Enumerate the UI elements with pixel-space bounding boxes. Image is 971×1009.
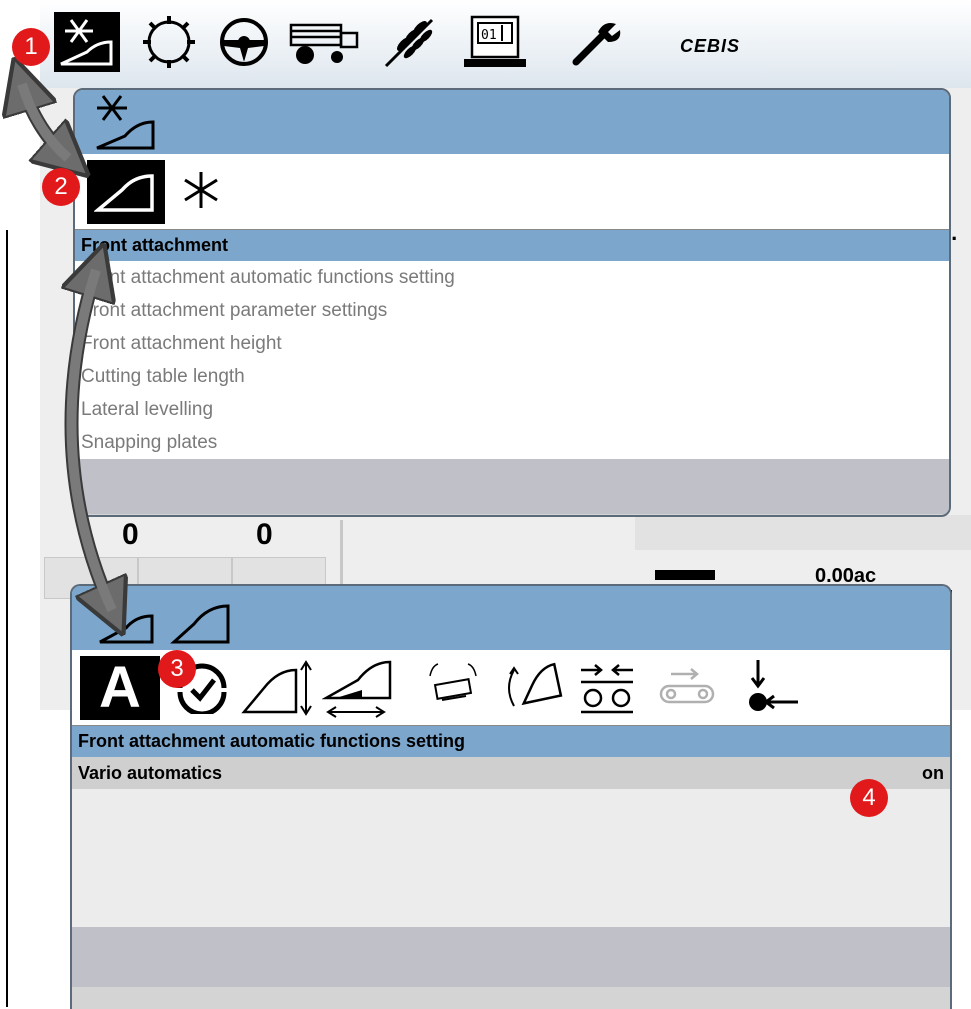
asterisk-icon[interactable] xyxy=(179,168,223,217)
popup-tab-bar xyxy=(75,154,949,230)
popup-footer xyxy=(75,459,949,514)
combine-icon[interactable] xyxy=(286,12,362,72)
step-badge-2: 2 xyxy=(42,168,80,206)
bg-values-panel xyxy=(44,515,329,555)
cebis-brand-label: CEBIS xyxy=(680,36,741,56)
front-attachment-icon[interactable] xyxy=(54,12,120,72)
menu-item-parameter-settings[interactable]: Front attachment parameter settings xyxy=(75,294,949,327)
lateral-icon[interactable] xyxy=(422,660,484,721)
grain-icon[interactable] xyxy=(378,12,438,72)
menu-item-snapping-plates[interactable]: Snapping plates xyxy=(75,426,949,459)
section-title: Front attachment xyxy=(75,230,949,261)
step-badge-4: 4 xyxy=(850,779,888,817)
vario-automatics-row[interactable]: Vario automatics on xyxy=(72,757,950,789)
popup-header xyxy=(75,90,949,154)
menu-list: Front attachment automatic functions set… xyxy=(75,261,949,459)
menu-item-lateral-levelling[interactable]: Lateral levelling xyxy=(75,393,949,426)
automatic-functions-popup: A Front attachment automatic functions s… xyxy=(70,584,952,1009)
bg-right-panel xyxy=(635,515,971,550)
menu-item-attachment-height[interactable]: Front attachment height xyxy=(75,327,949,360)
front-attachment-popup: Front attachment Front attachment automa… xyxy=(73,88,951,517)
popup-footer xyxy=(72,927,950,987)
auto-letter: A xyxy=(99,655,141,720)
top-menu-bar: 01 CEBIS xyxy=(40,0,971,88)
tilt-icon[interactable] xyxy=(502,660,564,721)
steering-icon[interactable] xyxy=(216,12,272,72)
conveyor-icon xyxy=(657,664,717,719)
frame-left-border xyxy=(6,230,8,1007)
spacing-icon[interactable] xyxy=(577,658,637,723)
menu-item-automatic-functions[interactable]: Front attachment automatic functions set… xyxy=(75,261,949,294)
height-icon[interactable] xyxy=(240,658,314,723)
threshing-icon[interactable] xyxy=(138,12,200,72)
front-attachment-tab-icon[interactable] xyxy=(87,160,165,224)
front-attachment-icon xyxy=(96,95,155,150)
bg-bar-icon xyxy=(655,570,715,580)
cutting-length-icon[interactable] xyxy=(321,658,402,725)
setting-label: Vario automatics xyxy=(78,762,223,783)
stop-icon[interactable] xyxy=(744,658,804,723)
bg-value-left: 0 xyxy=(122,518,139,551)
section-title: Front attachment automatic functions set… xyxy=(72,726,950,757)
auto-icon[interactable]: A xyxy=(80,656,160,720)
wrench-icon[interactable] xyxy=(566,12,626,72)
popup-header xyxy=(72,586,950,650)
step-badge-1: 1 xyxy=(12,28,50,66)
bg-value-right: 0 xyxy=(256,518,273,551)
menu-item-cutting-table-length[interactable]: Cutting table length xyxy=(75,360,949,393)
step-badge-3: 3 xyxy=(158,650,196,688)
breadcrumb-icons xyxy=(99,595,230,644)
svg-text:01: 01 xyxy=(481,28,497,43)
terminal-icon[interactable]: 01 xyxy=(460,12,530,72)
settings-list-empty xyxy=(72,789,950,927)
setting-value: on xyxy=(922,762,944,783)
popup-tab-bar: A xyxy=(72,650,950,726)
